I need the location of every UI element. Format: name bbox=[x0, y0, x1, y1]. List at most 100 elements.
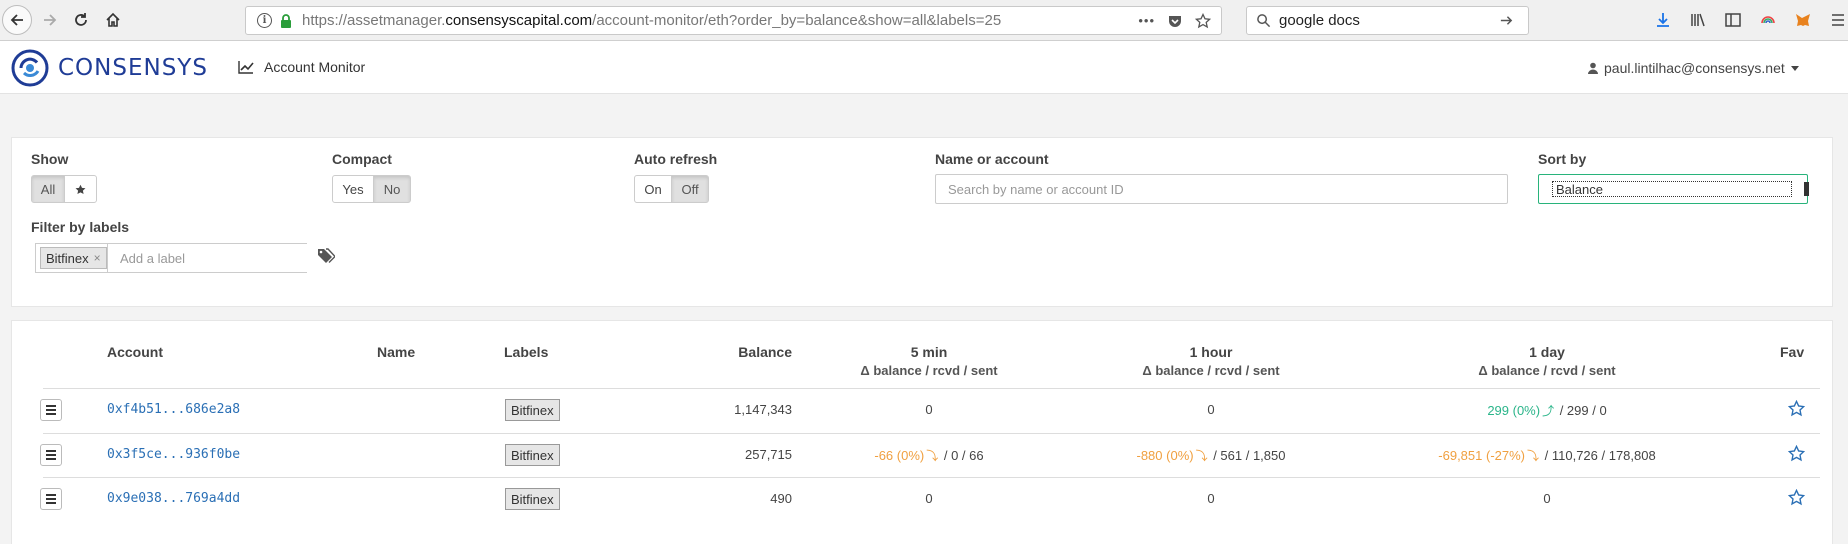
extension-rainbow-icon[interactable] bbox=[1757, 9, 1779, 31]
library-icon[interactable] bbox=[1687, 9, 1709, 31]
show-label: Show bbox=[31, 151, 69, 167]
caret-down-icon bbox=[1790, 65, 1799, 71]
account-link[interactable]: 0x3f5ce...936f0be bbox=[107, 447, 240, 462]
auto-refresh-on-button[interactable]: On bbox=[634, 175, 672, 203]
account-link[interactable]: 0x9e038...769a4dd bbox=[107, 491, 240, 506]
rcvd-sent-value: / 561 / 1,850 bbox=[1209, 448, 1286, 463]
page-actions-icon[interactable]: ••• bbox=[1138, 13, 1155, 28]
arrow-down-icon: ⤵ bbox=[1195, 449, 1208, 463]
table-row: 0x3f5ce...936f0be Bitfinex 257,715 -66 (… bbox=[12, 434, 1834, 478]
sort-by-label: Sort by bbox=[1538, 151, 1587, 167]
favorite-star-icon[interactable] bbox=[1788, 489, 1805, 506]
row-label-badge[interactable]: Bitfinex bbox=[505, 399, 560, 421]
rcvd-sent-value: / 0 / 66 bbox=[940, 448, 984, 463]
sort-select[interactable]: Balance bbox=[1538, 174, 1809, 204]
compact-label: Compact bbox=[332, 151, 392, 167]
downloads-icon[interactable] bbox=[1652, 9, 1674, 31]
col-fav-header: Fav bbox=[1780, 344, 1805, 360]
balance-cell: 1,147,343 bbox=[734, 402, 792, 417]
browser-toolbar: i https://assetmanager.consensyscapital.… bbox=[0, 0, 1848, 41]
metamask-icon[interactable] bbox=[1792, 9, 1814, 31]
change-1day-cell: -69,851 (-27%) ⤵ / 110,726 / 178,808 bbox=[1438, 447, 1655, 464]
info-icon[interactable]: i bbox=[257, 13, 272, 28]
user-menu[interactable]: paul.lintilhac@consensys.net bbox=[1588, 60, 1799, 76]
account-link[interactable]: 0xf4b51...686e2a8 bbox=[107, 402, 240, 417]
reload-button[interactable] bbox=[66, 5, 96, 35]
delta-value: 299 (0%) bbox=[1487, 403, 1541, 418]
url-text[interactable]: https://assetmanager.consensyscapital.co… bbox=[302, 12, 1001, 29]
change-5min-cell: 0 bbox=[925, 491, 932, 506]
consensys-logo[interactable]: CONSENSYS bbox=[11, 49, 208, 87]
col-1hour-subheader: Δ balance / rcvd / sent bbox=[1142, 363, 1280, 378]
col-5min-header[interactable]: 5 min bbox=[911, 344, 948, 360]
search-bar[interactable]: google docs bbox=[1246, 6, 1529, 35]
compact-no-button[interactable]: No bbox=[373, 175, 411, 203]
table-row: 0xf4b51...686e2a8 Bitfinex 1,147,343 0 0… bbox=[12, 389, 1834, 433]
col-1hour-header[interactable]: 1 hour bbox=[1190, 344, 1233, 360]
tags-icon[interactable] bbox=[317, 248, 335, 264]
rcvd-sent-value: / 299 / 0 bbox=[1556, 403, 1607, 418]
compact-toggle: Yes No bbox=[332, 175, 411, 203]
col-5min-subheader: Δ balance / rcvd / sent bbox=[860, 363, 998, 378]
remove-label-icon[interactable]: × bbox=[94, 251, 101, 265]
auto-refresh-toggle: On Off bbox=[634, 175, 709, 203]
hamburger-menu-icon[interactable] bbox=[1827, 9, 1848, 31]
home-icon bbox=[106, 12, 120, 27]
label-chip: Bitfinex × bbox=[40, 247, 107, 269]
arrow-down-icon: ⤵ bbox=[926, 449, 939, 463]
col-balance-header[interactable]: Balance bbox=[712, 344, 792, 360]
accounts-table: Account Name Labels Balance 5 min Δ bala… bbox=[11, 320, 1833, 544]
line-chart-icon bbox=[238, 61, 254, 74]
select-arrow-icon bbox=[1804, 182, 1809, 196]
back-button[interactable] bbox=[2, 5, 32, 35]
search-input[interactable] bbox=[935, 174, 1508, 204]
pocket-icon[interactable] bbox=[1167, 13, 1183, 29]
change-1hour-cell: 0 bbox=[1207, 491, 1214, 506]
auto-refresh-off-button[interactable]: Off bbox=[671, 175, 709, 203]
delta-value: -880 (0%) bbox=[1136, 448, 1194, 463]
change-1day-cell: 0 bbox=[1543, 491, 1550, 506]
show-favorites-button[interactable] bbox=[64, 175, 97, 203]
add-label-input[interactable] bbox=[107, 244, 307, 272]
label-filter-field: Bitfinex × bbox=[35, 243, 307, 273]
col-name-header[interactable]: Name bbox=[377, 344, 415, 360]
row-label-badge[interactable]: Bitfinex bbox=[505, 488, 560, 510]
arrow-up-icon: ⤴ bbox=[1542, 404, 1555, 418]
bookmark-star-icon[interactable] bbox=[1195, 12, 1211, 29]
delta-value: 0 bbox=[1543, 491, 1551, 506]
search-query[interactable]: google docs bbox=[1279, 12, 1360, 29]
home-button[interactable] bbox=[98, 5, 128, 35]
favorite-star-icon[interactable] bbox=[1788, 445, 1805, 462]
change-1hour-cell: 0 bbox=[1207, 402, 1214, 417]
col-account-header[interactable]: Account bbox=[107, 344, 163, 360]
search-go-icon[interactable] bbox=[1499, 13, 1514, 28]
search-icon bbox=[1257, 14, 1271, 28]
consensys-logo-icon bbox=[11, 49, 49, 87]
nav-account-monitor[interactable]: Account Monitor bbox=[238, 59, 365, 75]
user-icon bbox=[1588, 62, 1598, 74]
lock-icon bbox=[281, 13, 291, 28]
compact-yes-button[interactable]: Yes bbox=[332, 175, 374, 203]
name-account-label: Name or account bbox=[935, 151, 1049, 167]
arrow-right-icon bbox=[44, 14, 57, 26]
url-bar[interactable]: i https://assetmanager.consensyscapital.… bbox=[245, 6, 1222, 35]
change-1hour-cell: -880 (0%) ⤵ / 561 / 1,850 bbox=[1137, 447, 1286, 464]
forward-button[interactable] bbox=[35, 5, 65, 35]
show-all-button[interactable]: All bbox=[31, 175, 65, 203]
delta-value: 0 bbox=[1207, 402, 1215, 417]
rcvd-sent-value: / 110,726 / 178,808 bbox=[1541, 448, 1656, 463]
url-prefix: https://assetmanager. bbox=[302, 12, 446, 29]
sort-selected-value: Balance bbox=[1552, 181, 1792, 197]
arrow-down-icon: ⤵ bbox=[1527, 449, 1540, 463]
row-menu-button[interactable] bbox=[40, 444, 62, 466]
col-1day-header[interactable]: 1 day bbox=[1529, 344, 1565, 360]
auto-refresh-label: Auto refresh bbox=[634, 151, 718, 167]
row-menu-button[interactable] bbox=[40, 399, 62, 421]
brand-name: CONSENSYS bbox=[58, 55, 208, 81]
row-label-badge[interactable]: Bitfinex bbox=[505, 444, 560, 466]
row-menu-button[interactable] bbox=[40, 488, 62, 510]
star-filled-icon bbox=[75, 184, 86, 194]
favorite-star-icon[interactable] bbox=[1788, 400, 1805, 417]
sidebar-icon[interactable] bbox=[1722, 9, 1744, 31]
table-row: 0x9e038...769a4dd Bitfinex 490 0 0 0 bbox=[12, 478, 1834, 522]
